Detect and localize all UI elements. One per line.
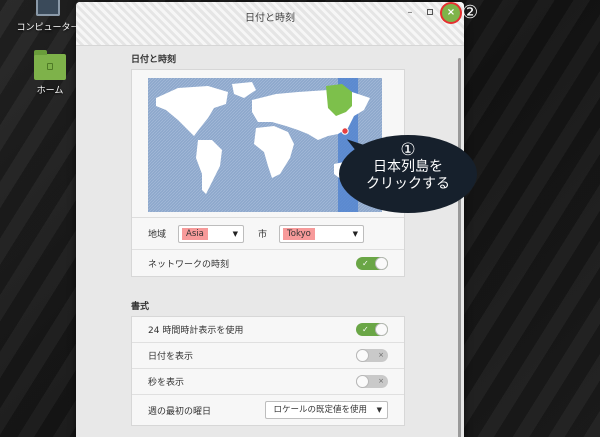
callout-step1-line2: クリックする	[366, 176, 450, 192]
show-date-label: 日付を表示	[148, 352, 194, 362]
region-label: 地域	[148, 230, 167, 240]
check-icon: ✓	[362, 325, 369, 334]
show-date-switch[interactable]: ×	[356, 349, 388, 362]
region-value: Asia	[182, 227, 208, 240]
network-time-switch[interactable]: ✓	[356, 256, 388, 270]
switch-knob	[375, 256, 388, 270]
callout-step1-number: ①	[400, 140, 416, 160]
settings-content: 日付と時刻 地域 Asia ▼ 市 Tokyo ▼ ネットワークの時刻 ✓ 書式…	[131, 52, 405, 426]
check-icon: ✓	[362, 258, 369, 268]
callout-step2: ②	[462, 2, 479, 23]
desktop-icon-label: コンピューター	[16, 23, 80, 33]
monitor-icon	[36, 0, 60, 16]
show-seconds-label: 秒を表示	[148, 378, 185, 388]
callout-step1-line1: 日本列島を	[373, 159, 443, 175]
first-day-dropdown[interactable]: ロケールの既定値を使用 ▼	[265, 401, 388, 419]
use-24h-label: 24 時間時計表示を使用	[148, 326, 244, 336]
home-folder-icon	[34, 50, 66, 80]
maximize-icon	[427, 9, 433, 15]
network-time-row: ネットワークの時刻 ✓	[132, 250, 404, 276]
callout-step1: ① 日本列島を クリックする	[339, 135, 477, 213]
region-city-row: 地域 Asia ▼ 市 Tokyo ▼	[132, 218, 404, 250]
show-seconds-switch[interactable]: ×	[356, 375, 388, 388]
use-24h-switch[interactable]: ✓	[356, 323, 388, 336]
minimize-icon: –	[407, 7, 413, 18]
date-time-window: 日付と時刻 – × 日付と時刻 地域 Asia ▼ 市 Tokyo ▼ ネットワ…	[76, 2, 464, 437]
scrollbar[interactable]	[458, 58, 461, 437]
minimize-button[interactable]: –	[402, 5, 418, 21]
switch-knob	[375, 323, 388, 336]
x-icon: ×	[378, 351, 384, 359]
chevron-down-icon: ▼	[232, 229, 239, 238]
format-group: 24 時間時計表示を使用 ✓ 日付を表示 × 秒を表示 × 週の最初の曜日 ロケ…	[131, 316, 405, 426]
switch-knob	[356, 375, 369, 388]
region-dropdown[interactable]: Asia ▼	[178, 224, 245, 243]
first-day-row: 週の最初の曜日 ロケールの既定値を使用 ▼	[132, 395, 404, 425]
section-title-datetime: 日付と時刻	[131, 55, 177, 65]
show-seconds-row: 秒を表示 ×	[132, 369, 404, 395]
use-24h-row: 24 時間時計表示を使用 ✓	[132, 317, 404, 343]
chevron-down-icon: ▼	[376, 406, 382, 414]
first-day-label: 週の最初の曜日	[148, 406, 212, 417]
network-time-label: ネットワークの時刻	[148, 259, 230, 270]
x-icon: ×	[378, 377, 384, 385]
close-button[interactable]: ×	[442, 4, 460, 22]
maximize-button[interactable]	[422, 5, 438, 21]
first-day-value: ロケールの既定値を使用	[273, 405, 367, 415]
city-value: Tokyo	[283, 227, 315, 240]
show-date-row: 日付を表示 ×	[132, 343, 404, 369]
city-label: 市	[258, 230, 268, 240]
title-bar[interactable]: 日付と時刻 – ×	[76, 2, 464, 46]
close-icon: ×	[446, 7, 456, 18]
section-title-format: 書式	[131, 302, 150, 312]
switch-knob	[356, 349, 369, 362]
desktop-icon-computer[interactable]: コンピューター	[12, 0, 84, 33]
map-pin-icon	[341, 127, 349, 135]
chevron-down-icon: ▼	[352, 229, 359, 238]
city-dropdown[interactable]: Tokyo ▼	[279, 224, 365, 243]
